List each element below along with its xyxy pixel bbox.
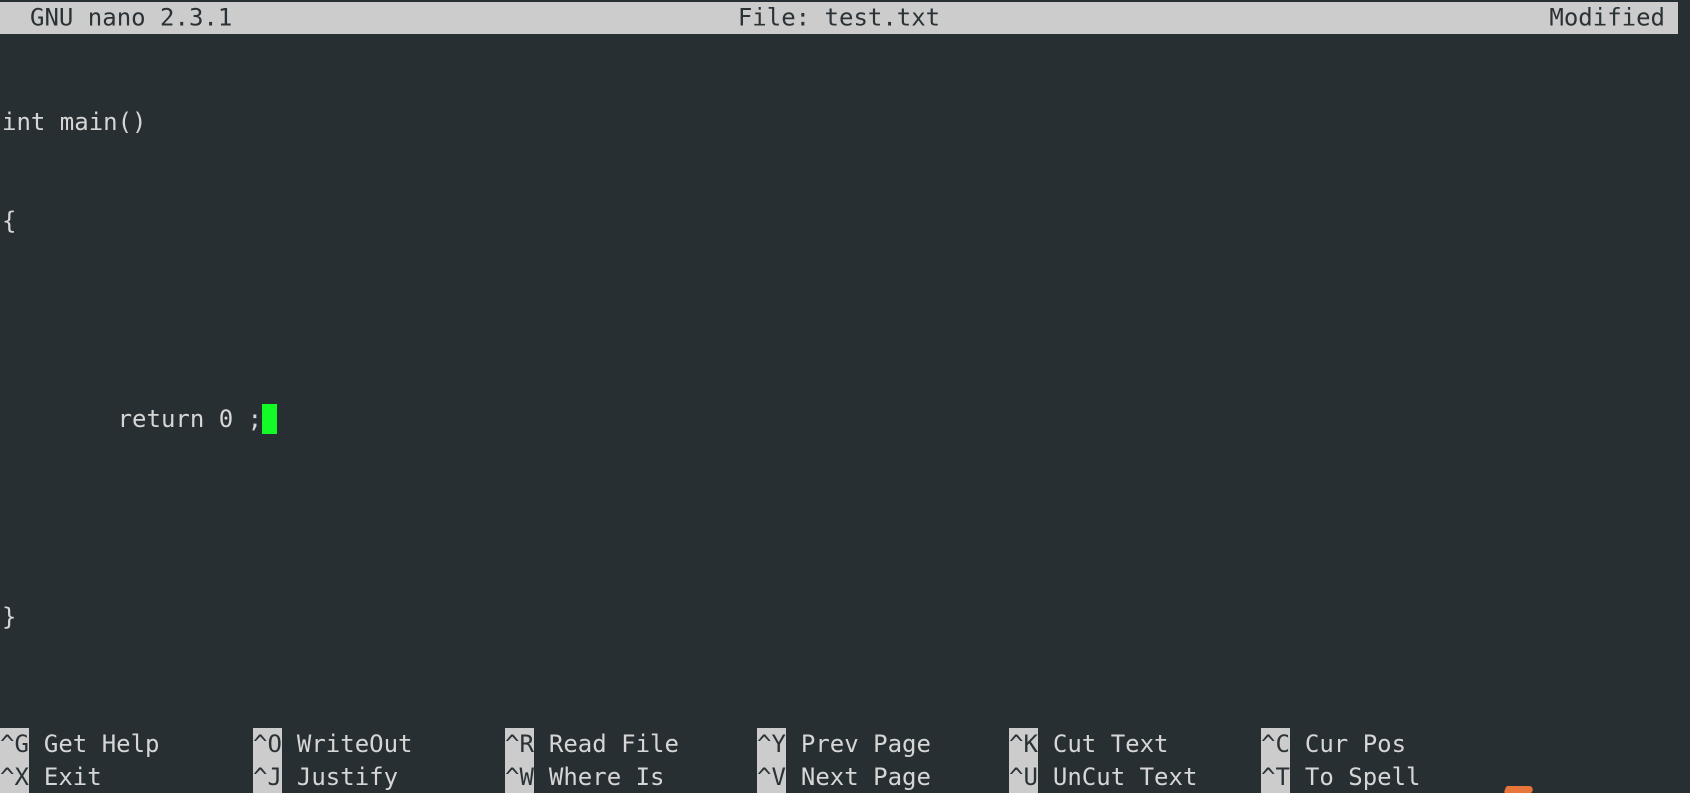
orange-pointer-artifact (1503, 786, 1535, 793)
shortcut-to-spell[interactable]: ^T To Spell (1261, 761, 1421, 793)
shortcut-key: ^C (1261, 728, 1290, 761)
shortcut-prev-page[interactable]: ^Y Prev Page (757, 728, 931, 761)
code-line-text: return 0 ; (2, 405, 263, 433)
shortcut-key: ^T (1261, 761, 1290, 793)
shortcut-read-file[interactable]: ^R Read File (505, 728, 679, 761)
shortcut-label: To Spell (1304, 763, 1421, 791)
shortcut-help-bar: ^G Get Help ^O WriteOut ^R Read File ^Y Prev Pa… (0, 673, 1690, 793)
shortcut-get-help[interactable]: ^G Get Help (0, 728, 160, 761)
shortcut-key: ^O (253, 728, 282, 761)
shortcut-key: ^X (0, 761, 29, 793)
shortcut-where-is[interactable]: ^W Where Is (505, 761, 665, 793)
shortcut-label: Justify (296, 763, 399, 791)
titlebar-modified-status: Modified (1549, 3, 1665, 32)
shortcut-uncut-text[interactable]: ^U UnCut Text (1009, 761, 1197, 793)
shortcut-label: Read File (548, 730, 679, 758)
code-line[interactable] (0, 502, 1690, 535)
text-cursor (262, 404, 278, 434)
shortcut-label: UnCut Text (1052, 763, 1198, 791)
shortcut-label: Cut Text (1052, 730, 1169, 758)
shortcut-key: ^G (0, 728, 29, 761)
shortcut-exit[interactable]: ^X Exit (0, 761, 102, 793)
shortcut-label: Where Is (548, 763, 665, 791)
code-line[interactable]: { (0, 205, 1690, 238)
shortcut-key: ^U (1009, 761, 1038, 793)
shortcut-label: Prev Page (800, 730, 931, 758)
shortcut-key: ^R (505, 728, 534, 761)
titlebar-filename: File: test.txt (737, 3, 941, 32)
titlebar: GNU nano 2.3.1 File: test.txt Modified (0, 2, 1678, 34)
shortcut-key: ^Y (757, 728, 786, 761)
shortcut-label: Next Page (800, 763, 931, 791)
code-line[interactable]: int main() (0, 106, 1690, 139)
nano-terminal-window: GNU nano 2.3.1 File: test.txt Modified i… (0, 0, 1690, 793)
shortcut-label: Cur Pos (1304, 730, 1407, 758)
shortcut-label: Get Help (43, 730, 160, 758)
shortcut-label: Exit (43, 763, 102, 791)
shortcut-writeout[interactable]: ^O WriteOut (253, 728, 413, 761)
editor-text-area[interactable]: int main() { return 0 ; } (0, 40, 1690, 663)
shortcut-key: ^V (757, 761, 786, 793)
shortcut-next-page[interactable]: ^V Next Page (757, 761, 931, 793)
shortcut-key: ^W (505, 761, 534, 793)
code-line[interactable] (0, 304, 1690, 337)
shortcut-cut-text[interactable]: ^K Cut Text (1009, 728, 1169, 761)
shortcut-key: ^J (253, 761, 282, 793)
code-line[interactable]: } (0, 601, 1690, 634)
shortcut-row-1: ^G Get Help ^O WriteOut ^R Read File ^Y Prev Pa… (0, 728, 1690, 761)
shortcut-label: WriteOut (296, 730, 413, 758)
shortcut-justify[interactable]: ^J Justify (253, 761, 398, 793)
shortcut-key: ^K (1009, 728, 1038, 761)
shortcut-row-2: ^X Exit ^J Justify ^W Where Is ^V Next Page ^U Un… (0, 761, 1690, 793)
code-line-with-cursor[interactable]: return 0 ; (0, 403, 1690, 436)
shortcut-cur-pos[interactable]: ^C Cur Pos (1261, 728, 1406, 761)
